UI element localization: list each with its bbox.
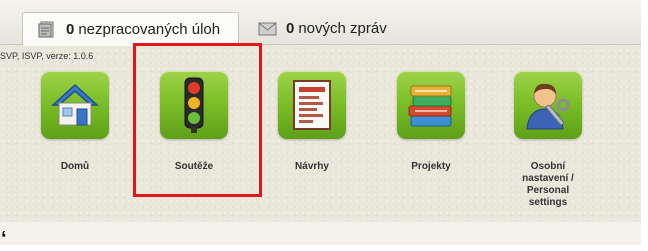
- settings-label-line-4: settings: [528, 197, 568, 208]
- mail-icon: [258, 22, 277, 36]
- highlight-box: [133, 43, 262, 197]
- home-icon: [51, 83, 99, 126]
- bottom-band: [0, 222, 641, 245]
- tile-home[interactable]: [41, 71, 109, 139]
- tile-home-label: Domů: [60, 161, 90, 172]
- tab-unprocessed-tasks[interactable]: 0 nezpracovaných úloh: [22, 12, 239, 46]
- messages-count: 0: [286, 20, 295, 37]
- tile-personal-settings[interactable]: [514, 71, 582, 139]
- tile-personal-settings-label: Osobní nastavení / Personal settings: [502, 161, 594, 209]
- proposal-document-icon: [293, 80, 331, 130]
- document-icon: [38, 21, 54, 38]
- settings-label-line-3: Personal: [526, 185, 570, 196]
- tab-bar: 0 nezpracovaných úloh 0 nových zpráv: [0, 0, 641, 46]
- tasks-label: nezpracovaných úloh: [78, 21, 221, 38]
- stray-quote-mark: ‘: [1, 228, 7, 250]
- messages-label: nových zpráv: [298, 20, 387, 37]
- books-icon: [408, 85, 452, 127]
- tile-proposals-label: Návrhy: [295, 161, 329, 172]
- tab-new-messages[interactable]: 0 nových zpráv: [258, 12, 408, 45]
- settings-label-line-1: Osobní: [530, 161, 566, 172]
- version-text: SVP, ISVP, verze: 1.0.6: [0, 51, 94, 61]
- tile-proposals[interactable]: [278, 71, 346, 139]
- settings-label-line-2: nastavení /: [522, 173, 574, 184]
- tile-projects-label: Projekty: [411, 161, 451, 172]
- tasks-count: 0: [66, 21, 75, 38]
- right-edge: [641, 0, 648, 245]
- user-settings-icon: [526, 83, 570, 130]
- tile-projects[interactable]: [397, 71, 465, 139]
